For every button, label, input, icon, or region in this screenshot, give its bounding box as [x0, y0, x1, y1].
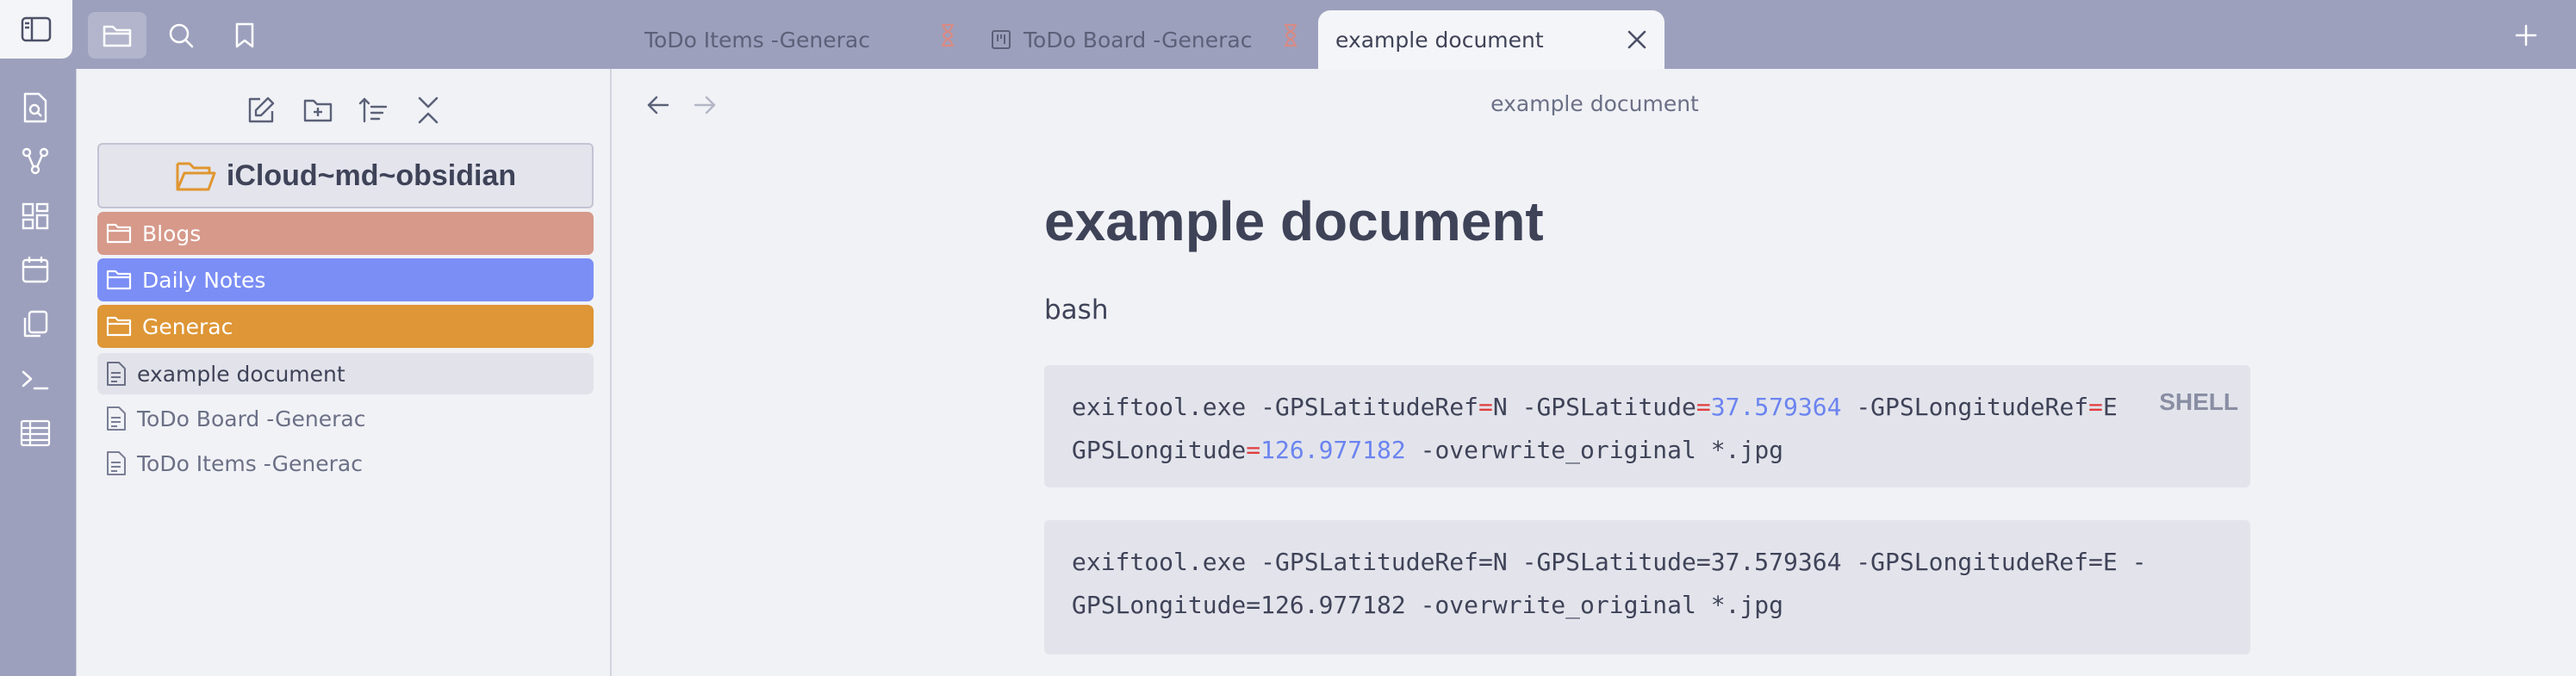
search-icon [167, 22, 195, 49]
code-operator-token: = [1246, 436, 1261, 464]
code-language-label: SHELL [2159, 388, 2238, 415]
tab-pin-icon [1280, 22, 1301, 48]
tab-label: ToDo Board -Generac [1024, 27, 1253, 53]
folder-label: Generac [142, 313, 233, 339]
tab-pin-icon [937, 22, 958, 48]
tab-example-document[interactable]: example document [1318, 10, 1664, 69]
open-folder-icon [175, 158, 216, 193]
code-text-token: E [2102, 393, 2118, 421]
vault-name: iCloud~md~obsidian [226, 158, 517, 192]
folder-item-daily-notes[interactable]: Daily Notes [97, 258, 594, 301]
tab-todo-board[interactable]: ToDo Board -Generac [991, 10, 1301, 69]
code-text-token: -overwrite_original *.jpg [1405, 436, 1784, 464]
file-label: example document [137, 361, 345, 387]
files-view-button[interactable] [88, 12, 146, 59]
code-block-plain[interactable]: exiftool.exe -GPSLatitudeRef=N -GPSLatit… [1044, 520, 2250, 654]
tab-label: example document [1335, 27, 1544, 53]
code-text-token: GPSLongitude [1072, 436, 1247, 464]
close-icon[interactable] [1625, 28, 1649, 52]
file-icon [106, 406, 127, 431]
new-folder-button[interactable] [297, 90, 339, 131]
collapse-all-button[interactable] [408, 90, 449, 131]
code-text-token: N -GPSLatitude [1492, 393, 1696, 421]
code-line: GPSLongitude=126.977182 -overwrite_origi… [1072, 429, 2223, 472]
bookmarks-button[interactable] [215, 12, 274, 59]
folder-label: Daily Notes [142, 267, 266, 293]
folder-item-blogs[interactable]: Blogs [97, 212, 594, 255]
plus-icon [2514, 23, 2538, 47]
file-explorer: iCloud~md~obsidian Blogs Daily Notes Gen… [76, 69, 612, 676]
bookmark-icon [233, 22, 256, 49]
folder-item-generac[interactable]: Generac [97, 305, 594, 348]
file-item-todo-items[interactable]: ToDo Items -Generac [97, 443, 594, 484]
code-text-token: exiftool.exe -GPSLatitudeRef [1072, 393, 1479, 421]
folder-icon [106, 269, 132, 291]
tab-todo-items[interactable]: ToDo Items -Generac [644, 10, 963, 69]
calendar-icon[interactable] [16, 250, 55, 289]
code-number-token: 37.579364 [1710, 393, 1842, 421]
folder-icon [106, 222, 132, 245]
vault-switcher[interactable]: iCloud~md~obsidian [97, 143, 594, 208]
code-line: exiftool.exe -GPSLatitudeRef=N -GPSLatit… [1072, 548, 2147, 576]
sidebar-left-icon [21, 16, 52, 42]
new-note-icon [246, 96, 276, 125]
new-tab-button[interactable] [2497, 12, 2555, 59]
view-header-title[interactable]: example document [613, 91, 2576, 116]
code-number-token: 126.977182 [1260, 436, 1406, 464]
code-operator-token: = [2088, 393, 2103, 421]
file-item-todo-board[interactable]: ToDo Board -Generac [97, 398, 594, 439]
document-paragraph: bash [1044, 295, 1109, 326]
new-folder-icon [302, 96, 333, 124]
tab-label: ToDo Items -Generac [644, 27, 870, 53]
folder-icon [102, 22, 133, 48]
file-item-example-document[interactable]: example document [97, 353, 594, 394]
search-button[interactable] [152, 12, 210, 59]
sidebar-toggle-button[interactable] [0, 0, 72, 59]
code-operator-token: = [1696, 393, 1711, 421]
file-label: ToDo Board -Generac [137, 406, 366, 431]
table-icon[interactable] [16, 413, 55, 453]
graph-icon[interactable] [16, 141, 55, 181]
title-bar: ToDo Items -Generac ToDo Board -Generac … [0, 0, 2576, 69]
copy-icon[interactable] [16, 305, 55, 344]
ribbon [0, 69, 76, 676]
code-line: GPSLongitude=126.977182 -overwrite_origi… [1072, 591, 1784, 619]
dashboard-icon[interactable] [16, 196, 55, 236]
editor-pane: example document example document bash e… [613, 69, 2576, 676]
file-search-icon[interactable] [16, 88, 55, 127]
file-icon [106, 361, 127, 387]
code-block-highlighted[interactable]: exiftool.exe -GPSLatitudeRef=N -GPSLatit… [1044, 365, 2250, 487]
terminal-icon[interactable] [16, 360, 55, 400]
folder-label: Blogs [142, 220, 202, 246]
folder-icon [106, 315, 132, 338]
file-icon [106, 450, 127, 476]
code-line: exiftool.exe -GPSLatitudeRef=N -GPSLatit… [1072, 386, 2223, 429]
code-text-token: -GPSLongitudeRef [1841, 393, 2089, 421]
sort-button[interactable] [352, 90, 394, 131]
kanban-icon [991, 29, 1011, 50]
document-title: example document [1044, 190, 1544, 252]
new-note-button[interactable] [240, 90, 282, 131]
file-label: ToDo Items -Generac [137, 450, 363, 476]
sort-icon [358, 96, 388, 124]
collapse-icon [416, 96, 440, 125]
code-operator-token: = [1478, 393, 1493, 421]
